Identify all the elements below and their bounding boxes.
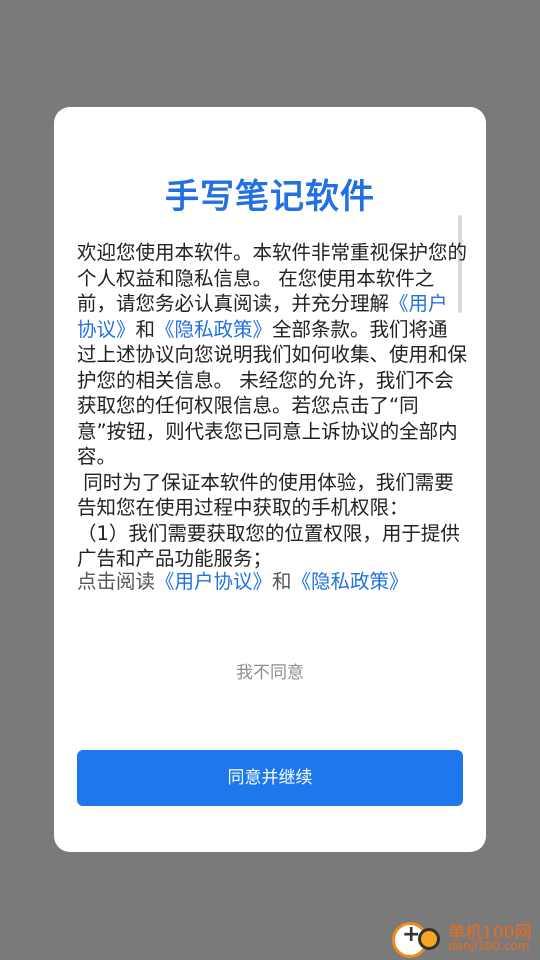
read-privacy-policy-link[interactable]: 《隐私政策》 bbox=[292, 570, 409, 593]
and-text: 和 bbox=[135, 317, 156, 341]
privacy-policy-link[interactable]: 《隐私政策》 bbox=[155, 318, 272, 341]
read-agreements-line: 点击阅读《用户协议》和《隐私政策》 bbox=[77, 569, 467, 595]
site-watermark: 单机100网 danji100.com bbox=[392, 918, 540, 958]
dialog-title: 手写笔记软件 bbox=[165, 177, 375, 217]
agree-continue-button[interactable]: 同意并继续 bbox=[77, 750, 463, 806]
disagree-button[interactable]: 我不同意 bbox=[54, 658, 486, 683]
read-and-text: 和 bbox=[272, 570, 292, 593]
privacy-dialog: 手写笔记软件 欢迎您使用本软件。本软件非常重视保护您的个人权益和隐私信息。 在您… bbox=[54, 107, 486, 852]
read-user-agreement-link[interactable]: 《用户协议》 bbox=[155, 570, 272, 593]
agreement-text-part2: 全部条款。我们将通过上述协议向您说明我们如何收集、使用和保护您的相关信息。 未经… bbox=[77, 317, 468, 571]
agreement-text: 欢迎您使用本软件。本软件非常重视保护您的个人权益和隐私信息。 在您使用本软件之前… bbox=[77, 240, 467, 572]
orange-dot-icon bbox=[418, 928, 440, 950]
watermark-url: danji100.com bbox=[448, 939, 530, 953]
read-prefix: 点击阅读 bbox=[77, 570, 156, 593]
